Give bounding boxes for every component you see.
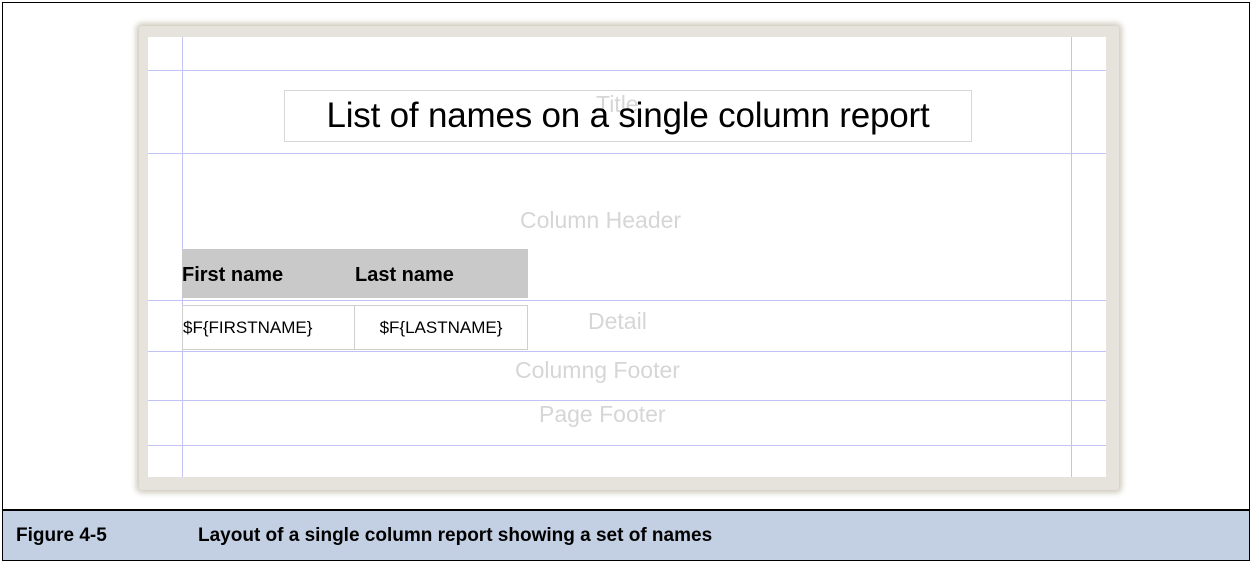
band-label-detail: Detail: [588, 308, 647, 334]
detail-field-firstname[interactable]: $F{FIRSTNAME}: [182, 305, 355, 350]
figure-number: Figure 4-5: [16, 524, 107, 546]
band-label-column-footer: Columng Footer: [515, 357, 680, 383]
title-band-bottom-line[interactable]: [148, 153, 1106, 154]
page-footer-band-bottom-line[interactable]: [148, 445, 1106, 446]
figure-caption-text: Layout of a single column report showing…: [198, 524, 713, 546]
page-margin-top-line: [148, 70, 1106, 71]
band-label-column-header: Column Header: [520, 207, 682, 233]
column-header-last-name[interactable]: Last name: [355, 264, 454, 287]
band-label-page-footer: Page Footer: [539, 401, 666, 427]
figure-caption-bar: Figure 4-5 Layout of a single column rep…: [2, 510, 1250, 561]
report-title-textfield[interactable]: List of names on a single column report: [284, 90, 972, 142]
detail-band-bottom-line[interactable]: [148, 351, 1106, 352]
column-header-band-bottom-line[interactable]: [148, 300, 1106, 301]
detail-field-lastname[interactable]: $F{LASTNAME}: [354, 305, 528, 350]
column-header-first-name[interactable]: First name: [182, 264, 283, 287]
right-margin-line: [1071, 37, 1072, 477]
